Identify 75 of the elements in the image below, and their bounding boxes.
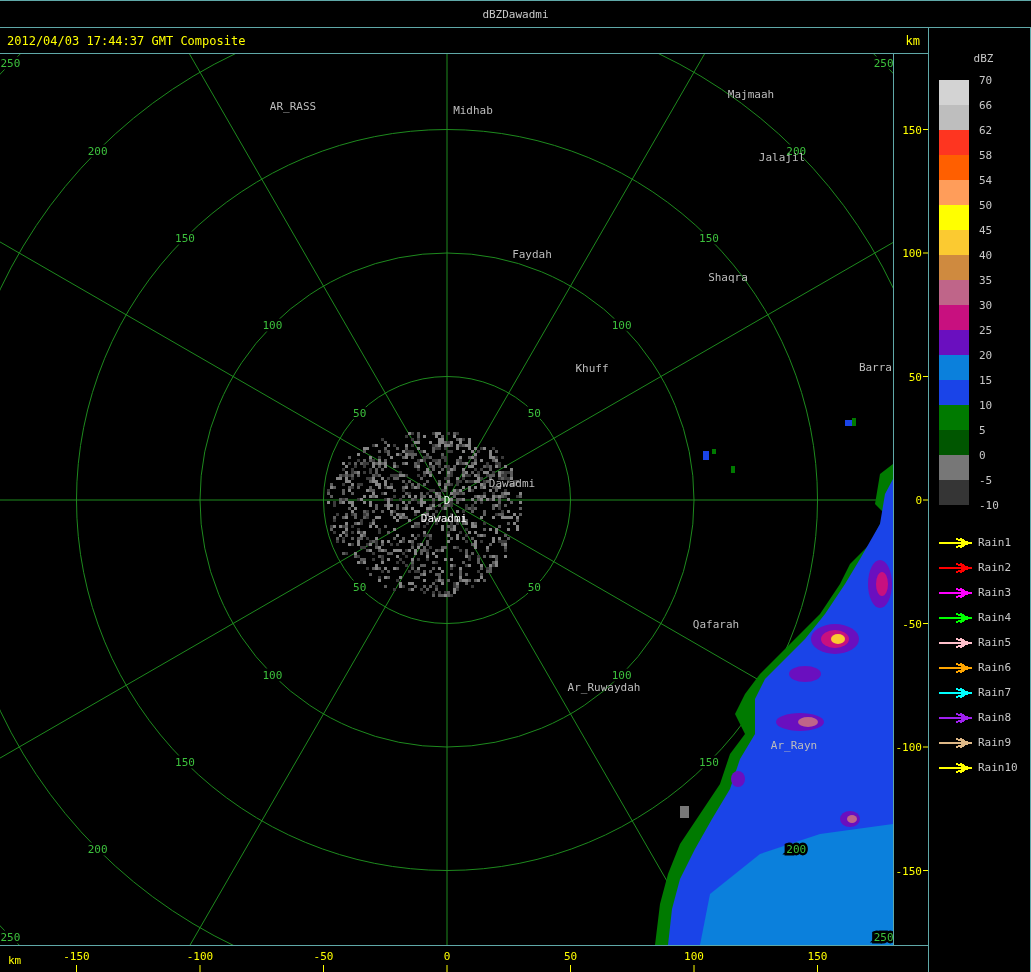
track-label: Rain6 [978, 661, 1012, 674]
scale-label: 70 [979, 73, 994, 89]
scale-label: 62 [979, 123, 994, 139]
axis-tick-label: -100 [895, 741, 922, 754]
axis-tick-label: 100 [902, 247, 922, 260]
scale-label: 66 [979, 98, 994, 114]
axis-tick-label: -150 [63, 950, 90, 963]
range-ring-label: 250 [873, 57, 894, 71]
axis-tick-label: 150 [902, 123, 922, 137]
legend-title: dBZ [973, 52, 994, 65]
scale-label: 40 [979, 248, 994, 264]
place-label: Barra [858, 361, 892, 374]
range-ring-label: 250 [0, 930, 21, 944]
axis-tick-label: 0 [915, 494, 922, 507]
range-ring-label: 200 [87, 843, 108, 857]
place-label: AR_RASS [269, 100, 317, 113]
scale-label: -5 [979, 473, 994, 489]
track-label: Rain1 [978, 536, 1012, 549]
place-label: Faydah [512, 248, 552, 261]
radar-site-marker: D [443, 494, 451, 507]
track-label: Rain2 [978, 561, 1012, 574]
track-label: Rain5 [978, 636, 1012, 649]
place-label: Ar_Rayn [770, 739, 818, 752]
scale-label: 15 [979, 373, 994, 389]
scale-label: 0 [979, 448, 987, 464]
track-label: Rain3 [978, 586, 1012, 599]
place-label: Dawadmi [488, 477, 536, 490]
range-ring-label: 200 [87, 144, 108, 158]
range-ring-label: 100 [262, 668, 283, 682]
range-ring-label: 100 [611, 668, 632, 682]
timestamp-label: 2012/04/03 17:44:37 GMT Composite [7, 33, 246, 48]
range-ring-label: 50 [353, 406, 367, 420]
track-label: Rain9 [978, 736, 1012, 749]
place-label: Majmaah [727, 88, 775, 101]
range-ring-label: 100 [262, 319, 283, 333]
window-title: dBZDawadmi [482, 7, 549, 21]
place-label: Shaqra [708, 271, 748, 284]
range-ring-label: 250 [0, 57, 21, 71]
unit-label: km [8, 954, 22, 967]
scale-label: 20 [979, 348, 994, 364]
axis-tick-label: -100 [186, 950, 214, 963]
scale-label: 35 [979, 273, 994, 289]
axis-tick-label: 100 [684, 950, 704, 963]
axis-tick-label: 150 [807, 950, 828, 963]
track-label: Rain7 [978, 686, 1012, 699]
scale-label: 58 [979, 148, 994, 164]
range-ring-label: 250 [873, 930, 894, 944]
range-ring-label: 50 [527, 581, 541, 595]
track-label: Rain4 [978, 611, 1012, 624]
range-ring-label: 50 [527, 406, 541, 420]
axis-tick-label: -50 [313, 950, 334, 963]
axis-tick-label: 0 [443, 950, 451, 963]
range-ring-label: 200 [786, 843, 807, 857]
place-label: Dawadmi [420, 512, 468, 525]
scale-label: -10 [979, 498, 999, 514]
axis-tick-label: 50 [563, 950, 578, 963]
axis-tick-label: -150 [895, 864, 922, 878]
place-label: Qafarah [692, 618, 740, 631]
place-label: Midhab [453, 104, 493, 117]
scale-label: 5 [979, 423, 987, 439]
range-ring-label: 100 [611, 319, 632, 333]
place-label: Ar_Ruwaydah [567, 681, 641, 694]
range-ring-label: 50 [353, 581, 367, 595]
axis-tick-label: 50 [908, 370, 922, 384]
scale-label: 45 [979, 223, 994, 239]
scale-label: 54 [979, 173, 994, 189]
scale-label: 30 [979, 298, 994, 314]
track-label: Rain10 [978, 761, 1018, 774]
unit-label: km [905, 33, 920, 48]
scale-label: 50 [979, 198, 994, 214]
track-label: Rain8 [978, 711, 1012, 724]
place-label: Khuff [575, 362, 609, 375]
axis-tick-label: -50 [902, 617, 922, 631]
scale-label: 25 [979, 323, 994, 339]
scale-label: 10 [979, 398, 994, 414]
